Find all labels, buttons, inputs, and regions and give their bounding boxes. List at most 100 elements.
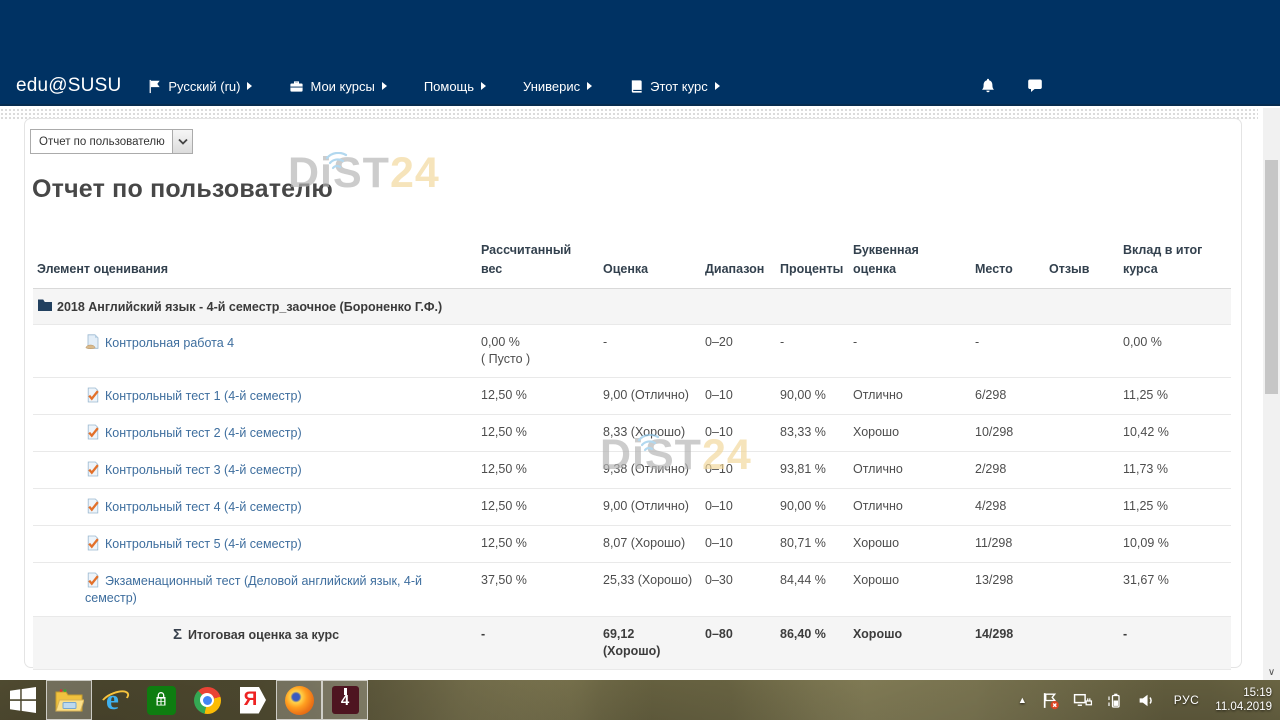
start-button[interactable] [0,680,46,720]
taskbar-clock[interactable]: 15:19 11.04.2019 [1215,686,1272,714]
menu-item-2[interactable]: Мои курсы [289,79,386,94]
firefox-icon [285,686,314,715]
rank-cell: - [971,325,1045,378]
grade-item-link[interactable]: Контрольный тест 5 (4-й семестр) [105,537,302,551]
range-cell: 0–10 [701,526,776,563]
contribution-cell: 31,67 % [1119,563,1231,617]
messages-icon[interactable] [1027,78,1043,94]
contribution-cell: 11,25 % [1119,489,1231,526]
app-4talk[interactable]: 4 [322,680,368,720]
grade-item-link[interactable]: Контрольный тест 3 (4-й семестр) [105,463,302,477]
percent-cell: 80,71 % [776,526,849,563]
grade-report-table: Элемент оцениванияРассчитанный весОценка… [33,237,1231,670]
scrollbar-down-arrow[interactable]: ∨ [1263,667,1280,678]
feedback-cell [1045,617,1119,670]
category-row: 2018 Английский язык - 4-й семестр_заочн… [33,289,1231,325]
grade-item-cell: Контрольный тест 3 (4-й семестр) [33,452,477,489]
column-header: Элемент оценивания [33,237,477,289]
rank-cell: 10/298 [971,415,1045,452]
category-cell: 2018 Английский язык - 4-й семестр_заочн… [33,289,1231,325]
contribution-cell: 10,42 % [1119,415,1231,452]
grade-item-link[interactable]: Контрольный тест 2 (4-й семестр) [105,426,302,440]
report-type-select-value: Отчет по пользователю [31,136,172,148]
menu-item-1[interactable]: Русский (ru) [147,79,252,94]
brand-logo[interactable]: edu@SUSU [16,75,121,97]
app-4-icon: 4 [332,686,359,714]
range-cell: 0–10 [701,489,776,526]
letter-grade-cell: Отлично [849,378,971,415]
internet-explorer[interactable]: e [92,680,138,720]
scrollbar-thumb[interactable] [1265,160,1278,394]
language-indicator[interactable]: РУС [1174,693,1200,707]
range-cell: 0–20 [701,325,776,378]
menu-item-5[interactable]: Этот курс [629,79,720,94]
course-total-row: ΣИтоговая оценка за курс-69,12(Хорошо)0–… [33,617,1231,670]
letter-grade-cell: Хорошо [849,415,971,452]
caret-icon [715,82,720,90]
yandex-browser[interactable]: Я [230,680,276,720]
menu-item-label: Универис [523,79,580,94]
tray-expand-icon[interactable]: ▲ [1018,695,1027,705]
menu-item-label: Этот курс [650,79,708,94]
file-explorer[interactable] [46,680,92,720]
rank-cell: 2/298 [971,452,1045,489]
grade-item-label: Итоговая оценка за курс [188,628,339,642]
letter-grade-cell: Отлично [849,452,971,489]
menu-item-4[interactable]: Универис [523,79,592,94]
grade-cell: 9,38 (Отлично) [599,452,701,489]
grade-item-link[interactable]: Экзаменационный тест (Деловой английский… [85,574,422,605]
letter-grade-cell: Хорошо [849,617,971,670]
range-cell: 0–10 [701,415,776,452]
letter-grade-cell: Отлично [849,489,971,526]
feedback-cell [1045,378,1119,415]
report-type-select[interactable]: Отчет по пользователю [30,129,193,154]
feedback-cell [1045,526,1119,563]
caret-icon [382,82,387,90]
battery-icon[interactable] [1106,691,1124,710]
menu-item-3[interactable]: Помощь [424,79,486,94]
grade-item-link[interactable]: Контрольная работа 4 [105,336,234,350]
report-card: Отчет по пользователю Отчет по пользоват… [24,118,1242,668]
grade-cell: 69,12(Хорошо) [599,617,701,670]
grade-item-cell: ΣИтоговая оценка за курс [33,617,477,670]
select-dropdown-button[interactable] [172,130,192,153]
caret-icon [247,82,252,90]
book-icon [629,79,644,94]
windows-taskbar: e Я 4 ▲ [0,680,1280,720]
notifications-bell-icon[interactable] [980,78,996,94]
network-icon[interactable] [1073,691,1093,710]
grade-row: Контрольная работа 40,00 %( Пусто )-0–20… [33,325,1231,378]
flag-icon [147,79,162,94]
quiz-icon [85,498,101,514]
weight-cell: 12,50 % [477,489,599,526]
grade-item-link[interactable]: Контрольный тест 1 (4-й семестр) [105,389,302,403]
top-navbar: edu@SUSU Русский (ru) Мои курсы Помощь Унив… [0,0,1280,106]
weight-cell: 37,50 % [477,563,599,617]
browser-scrollbar[interactable]: ∨ [1263,108,1280,680]
grade-row: Контрольный тест 5 (4-й семестр)12,50 %8… [33,526,1231,563]
grade-item-cell: Контрольный тест 2 (4-й семестр) [33,415,477,452]
category-title: 2018 Английский язык - 4-й семестр_заочн… [57,300,442,314]
percent-cell: 86,40 % [776,617,849,670]
action-center-flag-icon[interactable] [1041,691,1060,710]
percent-cell: 84,44 % [776,563,849,617]
grade-cell: 9,00 (Отлично) [599,378,701,415]
contribution-cell: - [1119,617,1231,670]
yandex-browser-icon: Я [240,687,266,714]
windows-store-icon [147,686,176,715]
firefox[interactable] [276,680,322,720]
chrome[interactable] [184,680,230,720]
rank-cell: 14/298 [971,617,1045,670]
quiz-icon [85,461,101,477]
feedback-cell [1045,415,1119,452]
grade-item-link[interactable]: Контрольный тест 4 (4-й семестр) [105,500,302,514]
grade-item-cell: Экзаменационный тест (Деловой английский… [33,563,477,617]
grade-row: Контрольный тест 2 (4-й семестр)12,50 %8… [33,415,1231,452]
quiz-icon [85,387,101,403]
range-cell: 0–30 [701,563,776,617]
windows-store[interactable] [138,680,184,720]
column-header: Диапазон [701,237,776,289]
rank-cell: 13/298 [971,563,1045,617]
chrome-icon [194,687,221,714]
volume-icon[interactable] [1137,691,1156,710]
